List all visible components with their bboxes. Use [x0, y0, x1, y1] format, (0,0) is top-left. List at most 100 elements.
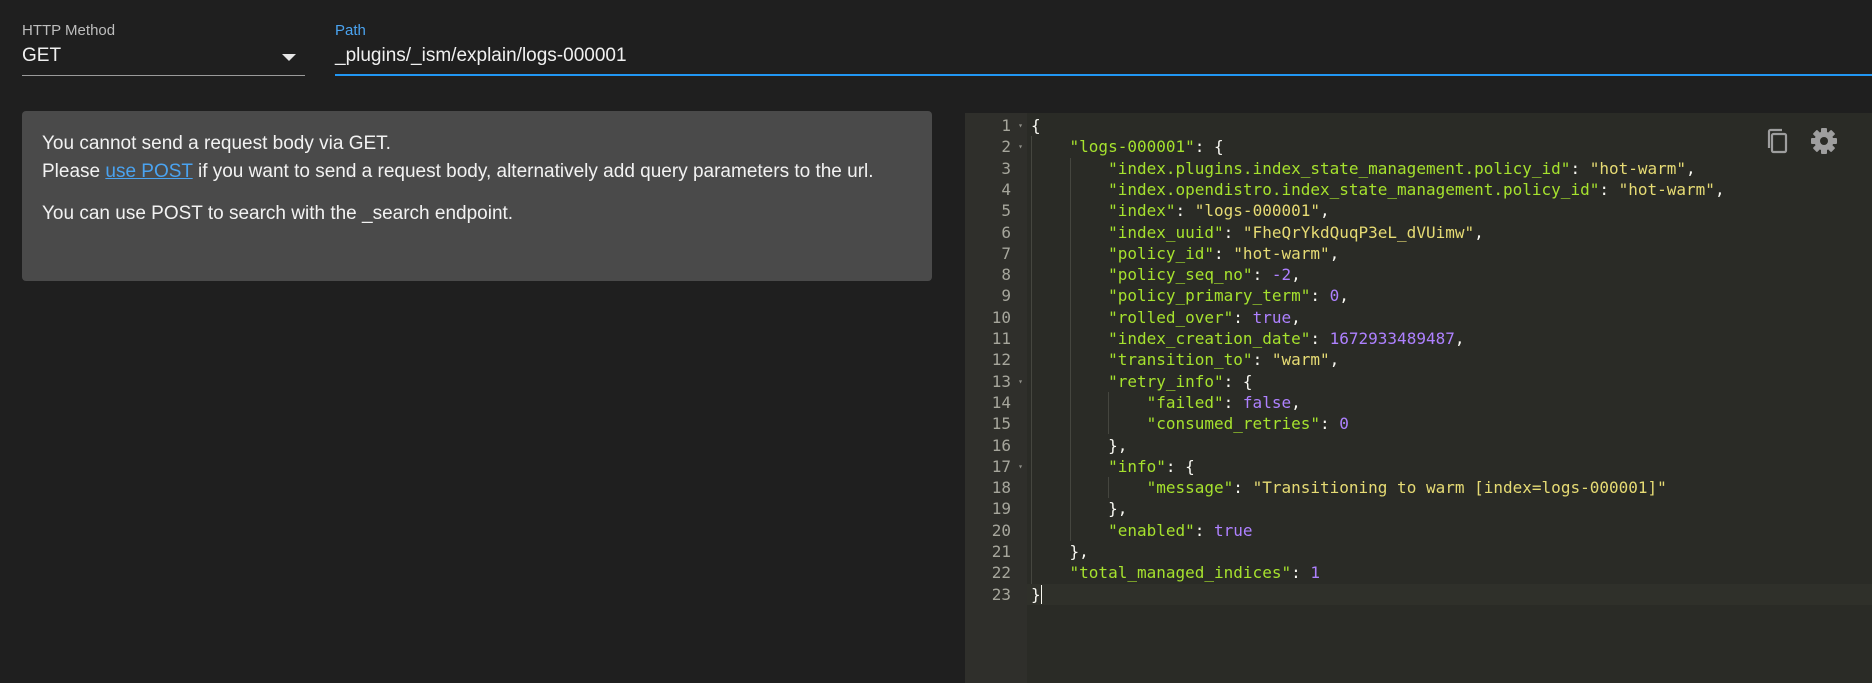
code-token: :: [1175, 201, 1195, 221]
code-token: "Transitioning to warm [index=logs-00000…: [1252, 478, 1667, 498]
path-value[interactable]: _plugins/_ism/explain/logs-000001: [335, 45, 627, 67]
code-token: "total_managed_indices": [1069, 563, 1292, 583]
line-number: 7: [965, 243, 1027, 264]
code-token: :: [1599, 179, 1619, 199]
code-line[interactable]: "policy_primary_term": 0,: [1031, 285, 1349, 306]
code-token: 0: [1339, 414, 1349, 434]
code-line[interactable]: "transition_to": "warm",: [1031, 349, 1339, 370]
fold-toggle-icon[interactable]: ▾: [1018, 115, 1023, 136]
code-token: ,: [1474, 222, 1484, 242]
line-number-text: 6: [1001, 222, 1011, 242]
code-token: : {: [1165, 456, 1195, 476]
code-line[interactable]: },: [1031, 435, 1127, 456]
code-token: "index.plugins.index_state_management.po…: [1108, 158, 1571, 178]
notice-prefix: Please: [42, 161, 106, 182]
line-number: 5: [965, 200, 1027, 221]
line-number-text: 10: [991, 307, 1011, 327]
code-token: :: [1233, 307, 1253, 327]
code-token: ,: [1329, 243, 1340, 263]
code-line[interactable]: "index.opendistro.index_state_management…: [1031, 179, 1725, 200]
code-token: :: [1223, 222, 1243, 242]
line-number-text: 20: [991, 520, 1011, 540]
line-number-text: 3: [1001, 158, 1011, 178]
line-number-text: 11: [991, 329, 1011, 348]
http-method-select[interactable]: HTTP Method GET: [22, 0, 305, 78]
line-number: 6: [965, 222, 1027, 243]
chevron-down-icon[interactable]: [282, 54, 296, 61]
code-line[interactable]: }: [1031, 584, 1042, 605]
code-line[interactable]: "consumed_retries": 0: [1031, 413, 1349, 434]
code-line[interactable]: "enabled": true: [1031, 520, 1253, 541]
line-number-text: 15: [991, 414, 1011, 434]
http-method-underline: [22, 75, 305, 76]
code-token: ,: [1686, 158, 1696, 178]
code-line[interactable]: "retry_info": {: [1031, 371, 1253, 392]
code-token: true: [1214, 520, 1253, 540]
code-line[interactable]: {: [1031, 115, 1041, 136]
code-token: 1: [1310, 563, 1320, 583]
line-number-text: 22: [991, 563, 1011, 583]
code-line[interactable]: "index_uuid": "FheQrYkdQuqP3eL_dVUimw",: [1031, 222, 1484, 243]
code-token: "info": [1108, 456, 1166, 476]
code-line[interactable]: "index.plugins.index_state_management.po…: [1031, 158, 1696, 179]
code-token: ,: [1320, 201, 1330, 221]
line-number-text: 23: [991, 584, 1011, 604]
code-token: -2: [1271, 265, 1292, 285]
code-token: "hot-warm": [1233, 243, 1330, 263]
use-post-link[interactable]: use POST: [105, 161, 192, 182]
code-line[interactable]: "index": "logs-000001",: [1031, 200, 1330, 221]
notice-line-3: You can use POST to search with the _sea…: [42, 203, 514, 224]
code-token: 1672933489487: [1329, 329, 1455, 348]
line-number: 1 ▾: [965, 115, 1027, 136]
line-number-text: 19: [991, 499, 1011, 519]
line-number: 20: [965, 520, 1027, 541]
code-token: ,: [1329, 350, 1340, 370]
line-number-text: 8: [1001, 265, 1011, 285]
code-line[interactable]: "logs-000001": {: [1031, 136, 1224, 157]
code-token: }: [1031, 584, 1041, 604]
code-token: true: [1252, 307, 1292, 327]
code-token: {: [1031, 116, 1041, 135]
fold-toggle-icon[interactable]: ▾: [1018, 371, 1023, 392]
notice-line-1: You cannot send a request body via GET.: [42, 133, 391, 154]
code-line[interactable]: "policy_id": "hot-warm",: [1031, 243, 1339, 264]
line-number: 3: [965, 158, 1027, 179]
http-method-value[interactable]: GET: [22, 45, 61, 67]
code-line[interactable]: },: [1031, 498, 1127, 519]
fold-toggle-icon[interactable]: ▾: [1018, 456, 1023, 477]
code-token: :: [1291, 563, 1311, 583]
notice-suffix: if you want to send a request body, alte…: [192, 161, 874, 182]
code-token: "warm": [1271, 350, 1330, 370]
line-number: 22: [965, 562, 1027, 583]
path-input[interactable]: Path _plugins/_ism/explain/logs-000001: [335, 0, 1872, 78]
code-token: "rolled_over": [1108, 307, 1234, 327]
code-token: "transition_to": [1108, 350, 1253, 370]
code-token: false: [1242, 392, 1292, 412]
code-token: "message": [1146, 478, 1234, 498]
code-line[interactable]: "total_managed_indices": 1: [1031, 562, 1320, 583]
code-token: },: [1069, 542, 1089, 561]
code-line[interactable]: "rolled_over": true,: [1031, 307, 1301, 328]
line-number: 8: [965, 264, 1027, 285]
line-number-text: 18: [991, 478, 1011, 498]
copy-button[interactable]: [1761, 125, 1793, 157]
code-line[interactable]: "failed": false,: [1031, 392, 1301, 413]
fold-toggle-icon[interactable]: ▾: [1018, 136, 1023, 157]
response-code-editor[interactable]: 1 ▾ 2 ▾ 3 4 5 6 7 8 9 10 11 12 13 ▾ 14 15 16 17 ▾ 18 19 20 21 22 2…: [965, 113, 1872, 683]
code-token: "index.opendistro.index_state_management…: [1108, 179, 1600, 199]
code-token: "consumed_retries": [1146, 414, 1320, 434]
code-token: "FheQrYkdQuqP3eL_dVUimw": [1242, 222, 1475, 242]
code-line[interactable]: "policy_seq_no": -2,: [1031, 264, 1301, 285]
code-token: "index": [1108, 201, 1176, 221]
settings-button[interactable]: [1808, 125, 1840, 157]
code-token: :: [1310, 329, 1330, 348]
code-token: : {: [1223, 371, 1253, 391]
code-token: "logs-000001": [1194, 201, 1320, 221]
text-cursor: [1040, 584, 1042, 604]
code-line[interactable]: },: [1031, 541, 1089, 562]
path-underline: [335, 74, 1872, 76]
code-line[interactable]: "message": "Transitioning to warm [index…: [1031, 477, 1667, 498]
code-token: "enabled": [1108, 520, 1195, 540]
code-line[interactable]: "info": {: [1031, 456, 1195, 477]
code-line[interactable]: "index_creation_date": 1672933489487,: [1031, 328, 1464, 349]
